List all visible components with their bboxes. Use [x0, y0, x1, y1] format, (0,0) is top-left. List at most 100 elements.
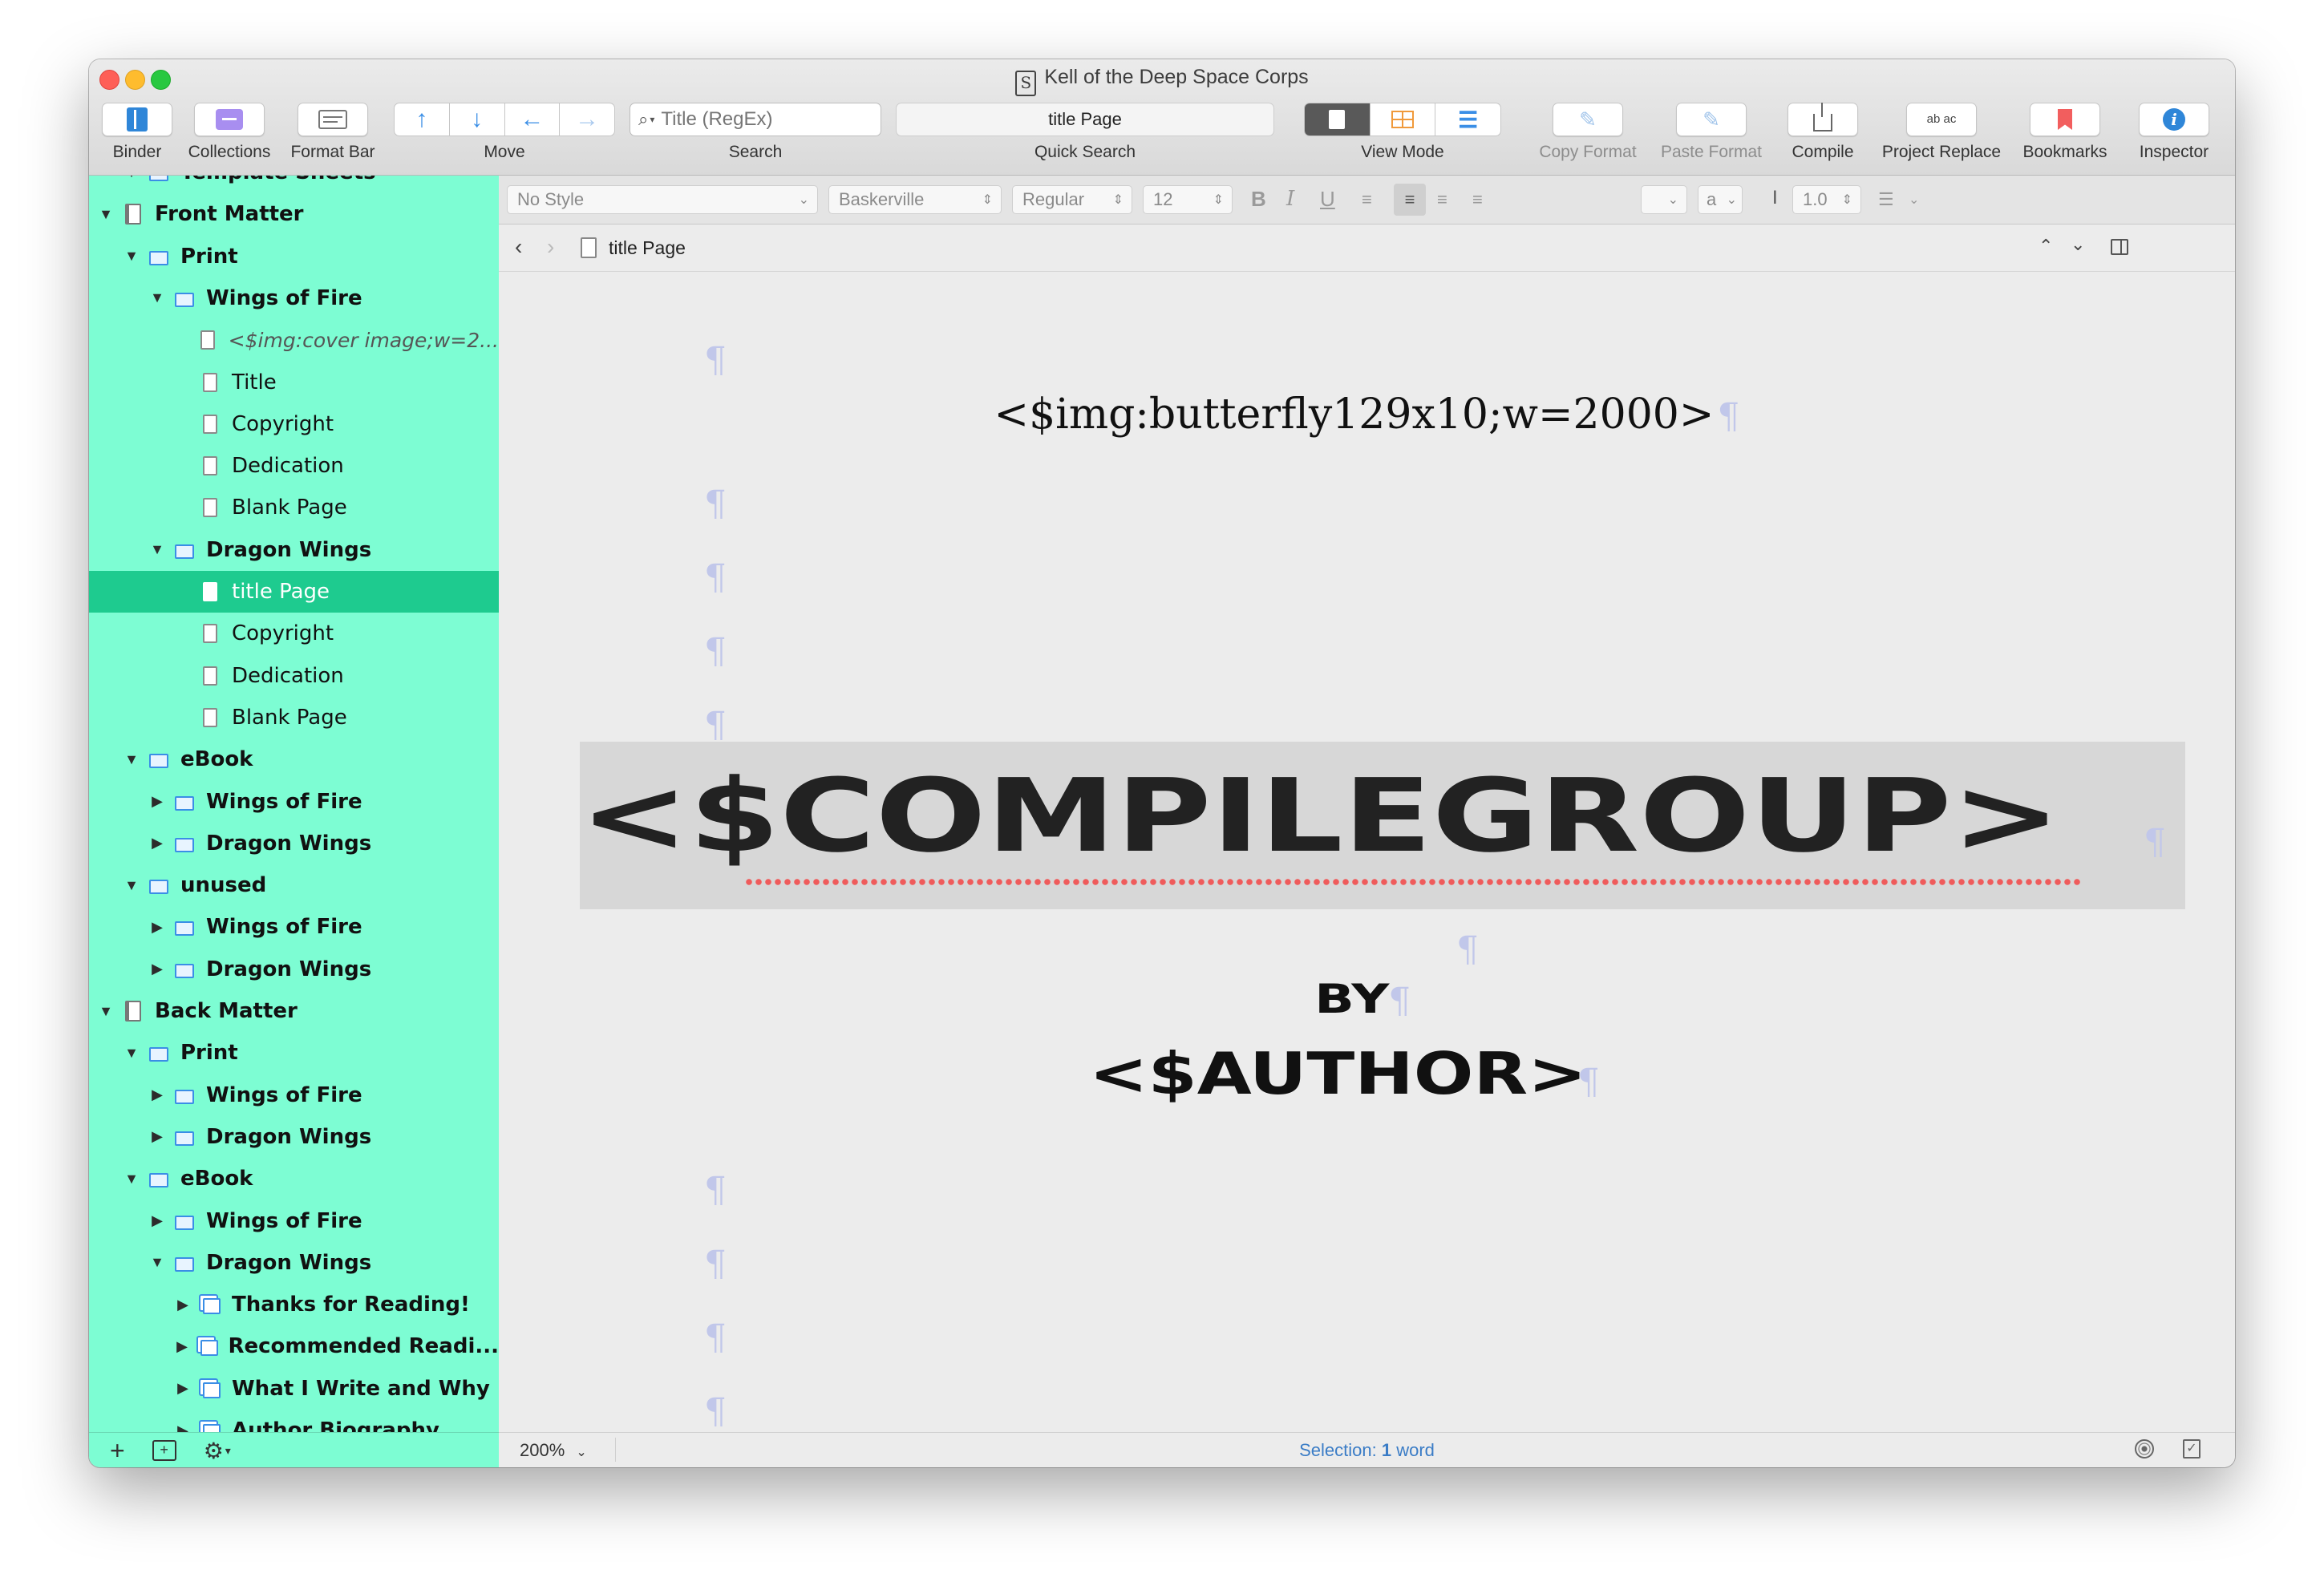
quick-search-field[interactable]: title Page	[896, 103, 1274, 136]
editor-text-area[interactable]: ¶ <$img:butterfly129x10;w=2000>¶ ¶ ¶ ¶ ¶…	[499, 272, 2235, 1432]
disclosure-expanded-icon[interactable]: ▼	[99, 1003, 113, 1020]
inspector-button[interactable]: i	[2139, 103, 2209, 136]
list-icon[interactable]: ☰	[1878, 189, 1894, 210]
search-input[interactable]	[659, 107, 856, 131]
disclosure-expanded-icon[interactable]: ▼	[124, 1171, 139, 1187]
disclosure-collapsed-icon[interactable]: ▶	[176, 1422, 190, 1433]
disclosure-expanded-icon[interactable]: ▼	[150, 541, 164, 558]
format-bar-button[interactable]	[298, 103, 368, 136]
binder-item[interactable]: Dedication	[89, 655, 499, 697]
bookmarks-button[interactable]	[2030, 103, 2100, 136]
inspector-toolbar-item[interactable]: i Inspector	[2126, 103, 2222, 162]
disclosure-expanded-icon[interactable]: ▼	[150, 1254, 164, 1271]
align-left-icon[interactable]: ≡	[1362, 189, 1372, 210]
corkboard-mode-button[interactable]	[1371, 103, 1436, 136]
add-folder-icon[interactable]: +	[152, 1440, 176, 1461]
compile-button[interactable]	[1788, 103, 1858, 136]
binder-item[interactable]: ▼ eBook	[89, 1158, 499, 1200]
disclosure-expanded-icon[interactable]: ▼	[124, 751, 139, 768]
copy-format-button[interactable]: ✎	[1553, 103, 1623, 136]
binder-item[interactable]: title Page	[89, 571, 499, 613]
disclosure-collapsed-icon[interactable]: ▶	[176, 1380, 190, 1397]
align-justify-icon[interactable]: ≡	[1472, 189, 1483, 210]
previous-document-icon[interactable]: ⌃	[2039, 236, 2053, 257]
binder-item[interactable]: ▶ Dragon Wings	[89, 1116, 499, 1158]
paragraph-style-select[interactable]: No Style ⌄	[507, 185, 818, 214]
disclosure-collapsed-icon[interactable]: ▶	[150, 793, 164, 810]
disclosure-collapsed-icon[interactable]: ▶	[150, 835, 164, 852]
target-icon[interactable]	[2135, 1439, 2154, 1459]
font-size-select[interactable]: 12 ⇕	[1143, 185, 1233, 214]
collections-button[interactable]	[194, 103, 265, 136]
line-spacing-select[interactable]: 1.0 ⇕	[1792, 185, 1861, 214]
search-options-chevron-icon[interactable]: ▾	[650, 114, 654, 125]
add-item-icon[interactable]: +	[110, 1436, 125, 1466]
binder-item[interactable]: ▼ Print	[89, 236, 499, 277]
binder-item[interactable]: ▼ Template Sheets	[89, 176, 499, 193]
binder-item[interactable]: ▶ Wings of Fire	[89, 1074, 499, 1116]
binder-item[interactable]: ▶ Dragon Wings	[89, 949, 499, 990]
binder-item[interactable]: ▶ Wings of Fire	[89, 781, 499, 823]
underline-button[interactable]: U	[1320, 187, 1335, 212]
binder-item[interactable]: ▼ Dragon Wings	[89, 529, 499, 571]
disclosure-collapsed-icon[interactable]: ▶	[176, 1338, 188, 1355]
disclosure-expanded-icon[interactable]: ▼	[124, 248, 139, 265]
disclosure-expanded-icon[interactable]: ▼	[124, 877, 139, 894]
edit-note-icon[interactable]: ✓	[2183, 1439, 2201, 1459]
search-field[interactable]: ⌕ ▾	[630, 103, 881, 136]
binder-item[interactable]: ▼ Front Matter	[89, 193, 499, 235]
disclosure-expanded-icon[interactable]: ▼	[124, 1045, 139, 1062]
project-replace-button[interactable]: ab ac	[1906, 103, 1977, 136]
next-document-icon[interactable]: ⌄	[2071, 234, 2085, 255]
binder-item[interactable]: <$img:cover image;w=2...	[89, 319, 499, 361]
binder-item[interactable]: ▼ Wings of Fire	[89, 277, 499, 319]
disclosure-collapsed-icon[interactable]: ▶	[150, 1086, 164, 1103]
binder-item[interactable]: ▶ What I Write and Why	[89, 1368, 499, 1410]
binder-item[interactable]: ▼ Back Matter	[89, 990, 499, 1032]
disclosure-expanded-icon[interactable]: ▼	[124, 176, 139, 181]
move-down-button[interactable]: ↓	[450, 103, 505, 136]
binder-item[interactable]: Blank Page	[89, 487, 499, 528]
binder-item[interactable]: ▶ Recommended Readi...	[89, 1325, 499, 1367]
text-color-select[interactable]: a ⌄	[1698, 185, 1743, 214]
disclosure-collapsed-icon[interactable]: ▶	[150, 919, 164, 936]
gear-icon[interactable]: ⚙	[204, 1438, 224, 1464]
font-family-select[interactable]: Baskerville ⇕	[828, 185, 1002, 214]
back-arrow-icon[interactable]: ‹	[515, 234, 522, 260]
binder-toolbar-item[interactable]: Binder	[102, 103, 172, 162]
italic-button[interactable]: I	[1286, 187, 1294, 211]
paste-format-button[interactable]: ✎	[1676, 103, 1747, 136]
disclosure-expanded-icon[interactable]: ▼	[99, 206, 113, 223]
binder-item[interactable]: ▼ Print	[89, 1032, 499, 1074]
disclosure-collapsed-icon[interactable]: ▶	[150, 1212, 164, 1229]
copy-format-toolbar-item[interactable]: ✎ Copy Format	[1528, 103, 1648, 162]
highlight-color-select[interactable]: ⌄	[1641, 185, 1687, 214]
compile-toolbar-item[interactable]: Compile	[1783, 103, 1863, 162]
binder-item[interactable]: Blank Page	[89, 697, 499, 738]
binder-item[interactable]: Copyright	[89, 403, 499, 445]
binder-item[interactable]: ▶ Author Biography	[89, 1410, 499, 1432]
move-up-button[interactable]: ↑	[395, 103, 450, 136]
binder-item[interactable]: Copyright	[89, 613, 499, 654]
move-right-button[interactable]: →	[560, 103, 614, 136]
paste-format-toolbar-item[interactable]: ✎ Paste Format	[1651, 103, 1771, 162]
binder-item[interactable]: ▼ unused	[89, 864, 499, 906]
format-bar-toolbar-item[interactable]: Format Bar	[289, 103, 377, 162]
font-weight-select[interactable]: Regular ⇕	[1012, 185, 1132, 214]
compilegroup-line[interactable]: <$COMPILEGROUP> ¶	[580, 751, 2185, 896]
bookmarks-toolbar-item[interactable]: Bookmarks	[2015, 103, 2115, 162]
disclosure-expanded-icon[interactable]: ▼	[150, 289, 164, 306]
chevron-down-icon[interactable]: ▾	[225, 1444, 231, 1458]
binder-item[interactable]: ▼ eBook	[89, 738, 499, 780]
binder-item[interactable]: Dedication	[89, 445, 499, 487]
binder-item[interactable]: Title	[89, 362, 499, 403]
disclosure-collapsed-icon[interactable]: ▶	[176, 1297, 190, 1313]
compilegroup-text[interactable]: <$COMPILEGROUP>	[580, 756, 2061, 876]
scrivenings-mode-button[interactable]	[1305, 103, 1371, 136]
move-left-button[interactable]: ←	[505, 103, 561, 136]
forward-arrow-icon[interactable]: ›	[547, 234, 554, 260]
binder-item[interactable]: ▶ Wings of Fire	[89, 906, 499, 948]
disclosure-collapsed-icon[interactable]: ▶	[150, 961, 164, 977]
binder-item[interactable]: ▼ Dragon Wings	[89, 1242, 499, 1284]
chevron-down-icon[interactable]: ⌄	[1909, 192, 1919, 208]
